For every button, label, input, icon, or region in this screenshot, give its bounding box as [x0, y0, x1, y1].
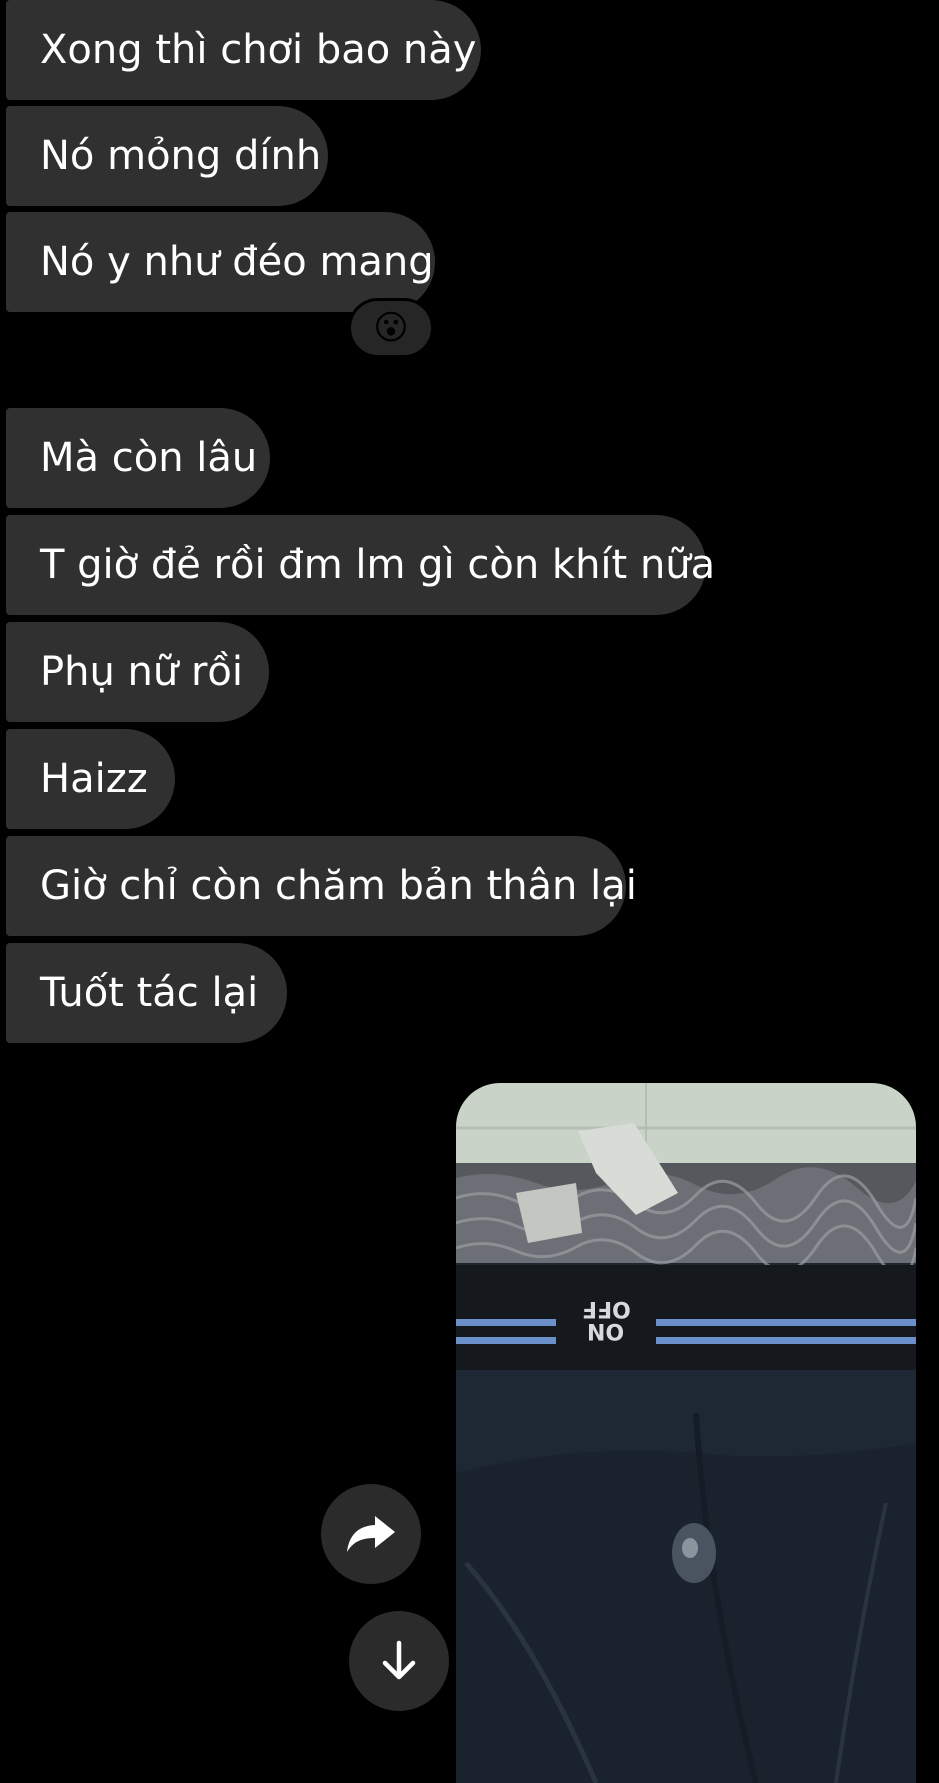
arrow-down-icon: [382, 1640, 416, 1680]
message-bubble[interactable]: Giờ chỉ còn chăm bản thân lại: [6, 836, 637, 936]
astonished-face-icon: 😮: [373, 308, 409, 348]
reaction-badge[interactable]: 😮: [348, 298, 434, 358]
brand-label-bottom: ON: [587, 1318, 625, 1343]
photo-attachment[interactable]: OFF ON: [456, 1083, 916, 1783]
message-bubble[interactable]: Phụ nữ rồi: [6, 622, 269, 722]
message-bubble[interactable]: Haizz: [6, 729, 175, 829]
message-bubble[interactable]: Nó y như đéo mang: [6, 212, 435, 312]
photo-image: [456, 1083, 916, 1783]
share-arrow-icon: [347, 1516, 395, 1552]
message-bubble[interactable]: Nó mỏng dính: [6, 106, 328, 206]
brand-label-top: OFF: [581, 1296, 631, 1321]
message-bubble[interactable]: Xong thì chơi bao này: [6, 0, 481, 100]
scroll-down-button[interactable]: [349, 1611, 449, 1711]
brand-label: OFF ON: [556, 1281, 656, 1357]
message-bubble[interactable]: Mà còn lâu: [6, 408, 270, 508]
message-bubble[interactable]: T giờ đẻ rồi đm lm gì còn khít nữa: [6, 515, 715, 615]
message-bubble[interactable]: Tuốt tác lại: [6, 943, 287, 1043]
forward-button[interactable]: [321, 1484, 421, 1584]
